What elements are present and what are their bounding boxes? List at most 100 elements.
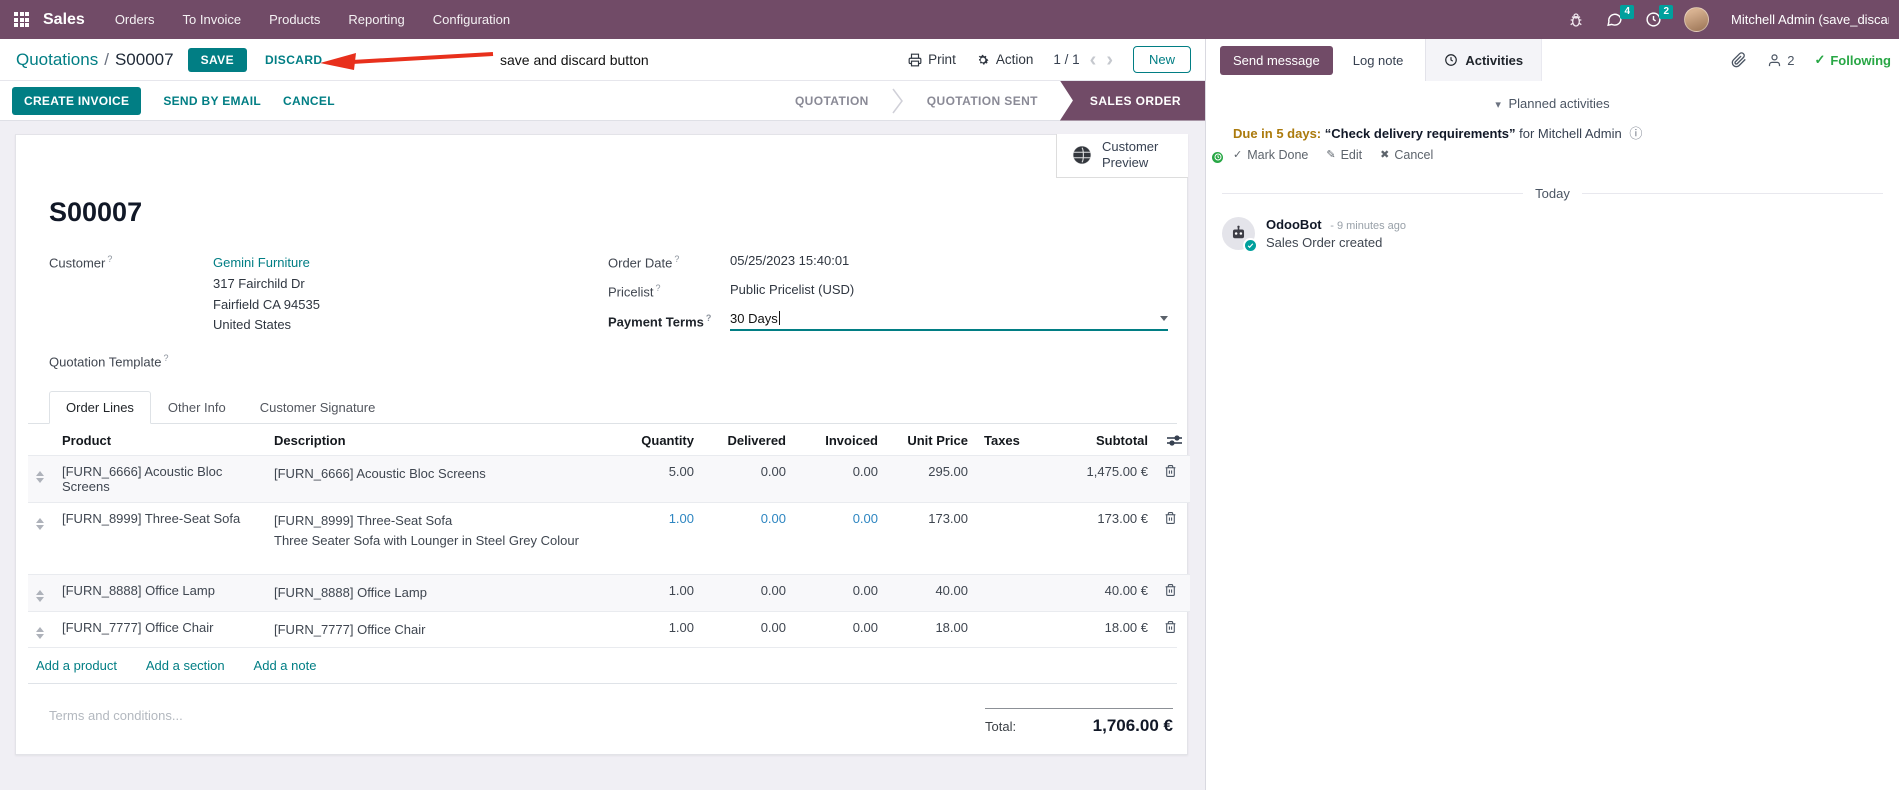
col-subtotal[interactable]: Subtotal — [1026, 426, 1156, 456]
col-quantity[interactable]: Quantity — [616, 426, 702, 456]
menu-to-invoice[interactable]: To Invoice — [183, 12, 242, 27]
new-button[interactable]: New — [1132, 46, 1191, 73]
followers-button[interactable]: 2 — [1767, 53, 1794, 68]
message-author[interactable]: OdooBot — [1266, 217, 1322, 232]
cell-taxes[interactable] — [976, 455, 1026, 503]
terms-and-conditions-placeholder[interactable]: Terms and conditions... — [28, 708, 183, 736]
dropdown-caret-icon[interactable] — [1160, 315, 1168, 321]
cell-product[interactable]: [FURN_6666] Acoustic Bloc Screens — [54, 455, 266, 503]
activities-button[interactable]: Activities — [1426, 39, 1543, 81]
menu-products[interactable]: Products — [269, 12, 320, 27]
pager-prev-icon[interactable]: ‹ — [1090, 50, 1097, 70]
customer-link[interactable]: Gemini Furniture — [213, 253, 320, 274]
mark-done-button[interactable]: ✓ Mark Done — [1233, 148, 1308, 162]
order-date-value[interactable]: 05/25/2023 15:40:01 — [730, 253, 849, 268]
cell-quantity[interactable]: 1.00 — [616, 502, 702, 575]
cell-taxes[interactable] — [976, 502, 1026, 575]
delete-row-icon[interactable] — [1164, 583, 1182, 597]
activities-clock-icon[interactable]: 2 — [1645, 5, 1673, 28]
following-button[interactable]: ✓ Following — [1814, 52, 1891, 68]
edit-activity-button[interactable]: ✎ Edit — [1326, 148, 1362, 162]
tab-other-info[interactable]: Other Info — [151, 391, 243, 424]
app-name[interactable]: Sales — [43, 11, 85, 29]
cell-invoiced[interactable]: 0.00 — [794, 502, 886, 575]
cell-quantity[interactable]: 5.00 — [616, 455, 702, 503]
messages-icon[interactable]: 4 — [1606, 5, 1634, 28]
col-description[interactable]: Description — [266, 426, 616, 456]
info-icon[interactable]: ⓘ — [1629, 126, 1642, 141]
pricelist-value[interactable]: Public Pricelist (USD) — [730, 282, 854, 297]
cell-quantity[interactable]: 1.00 — [616, 574, 702, 611]
user-avatar[interactable] — [1684, 7, 1709, 32]
cell-description[interactable]: [FURN_8888] Office Lamp — [266, 574, 616, 611]
delete-row-icon[interactable] — [1164, 511, 1182, 525]
menu-reporting[interactable]: Reporting — [348, 12, 404, 27]
add-a-section-link[interactable]: Add a section — [146, 658, 225, 673]
drag-handle-icon[interactable] — [36, 468, 44, 483]
cell-invoiced[interactable]: 0.00 — [794, 455, 886, 503]
cell-description[interactable]: [FURN_6666] Acoustic Bloc Screens — [266, 455, 616, 503]
debug-bug-icon[interactable] — [1568, 12, 1584, 28]
send-message-button[interactable]: Send message — [1220, 45, 1333, 75]
create-invoice-button[interactable]: CREATE INVOICE — [12, 86, 142, 115]
drag-handle-icon[interactable] — [36, 624, 44, 639]
cell-taxes[interactable] — [976, 610, 1026, 647]
cell-product[interactable]: [FURN_8999] Three-Seat Sofa — [54, 502, 266, 575]
cell-unit-price[interactable]: 173.00 — [886, 502, 976, 575]
pager-next-icon[interactable]: › — [1106, 50, 1113, 70]
cell-unit-price[interactable]: 40.00 — [886, 574, 976, 611]
cell-delivered[interactable]: 0.00 — [702, 574, 794, 611]
planned-activities-header[interactable]: ▾ Planned activities — [1206, 81, 1899, 123]
tab-customer-signature[interactable]: Customer Signature — [243, 391, 393, 424]
delete-row-icon[interactable] — [1164, 620, 1182, 634]
cell-invoiced[interactable]: 0.00 — [794, 610, 886, 647]
discard-button[interactable]: DISCARD — [265, 53, 322, 67]
cell-delivered[interactable]: 0.00 — [702, 502, 794, 575]
add-a-note-link[interactable]: Add a note — [254, 658, 317, 673]
customer-preview-button[interactable]: Customer Preview — [1056, 134, 1188, 178]
cancel-button[interactable]: CANCEL — [283, 94, 335, 108]
cancel-activity-button[interactable]: ✖ Cancel — [1380, 148, 1433, 162]
stage-quotation-sent[interactable]: QUOTATION SENT — [905, 81, 1060, 121]
add-a-product-link[interactable]: Add a product — [36, 658, 117, 673]
cell-unit-price[interactable]: 295.00 — [886, 455, 976, 503]
quotation-template-label[interactable]: Quotation Template? — [49, 352, 320, 369]
drag-handle-icon[interactable] — [36, 587, 44, 602]
tab-order-lines[interactable]: Order Lines — [49, 391, 151, 424]
cell-unit-price[interactable]: 18.00 — [886, 610, 976, 647]
drag-handle-icon[interactable] — [36, 515, 44, 530]
cell-delivered[interactable]: 0.00 — [702, 455, 794, 503]
stage-sales-order[interactable]: SALES ORDER — [1059, 80, 1205, 121]
col-unit-price[interactable]: Unit Price — [886, 426, 976, 456]
cell-invoiced[interactable]: 0.00 — [794, 574, 886, 611]
cell-product[interactable]: [FURN_8888] Office Lamp — [54, 574, 266, 611]
stage-quotation[interactable]: QUOTATION — [773, 81, 891, 121]
annotation-arrow — [320, 52, 494, 70]
cell-delivered[interactable]: 0.00 — [702, 610, 794, 647]
attachments-paperclip-icon[interactable] — [1731, 52, 1747, 68]
cell-description[interactable]: [FURN_7777] Office Chair — [266, 610, 616, 647]
payment-terms-field[interactable]: 30 Days — [730, 311, 1168, 331]
action-button[interactable]: Action — [976, 52, 1033, 67]
odoo-app-window: Sales Orders To Invoice Products Reporti… — [0, 0, 1899, 790]
delete-row-icon[interactable] — [1164, 464, 1182, 478]
menu-configuration[interactable]: Configuration — [433, 12, 510, 27]
send-by-email-button[interactable]: SEND BY EMAIL — [163, 94, 261, 108]
form-sheet: Customer Preview S00007 Customer? Gemini… — [15, 134, 1190, 755]
col-invoiced[interactable]: Invoiced — [794, 426, 886, 456]
save-button[interactable]: SAVE — [187, 47, 247, 72]
menu-orders[interactable]: Orders — [115, 12, 155, 27]
col-taxes[interactable]: Taxes — [976, 426, 1026, 456]
col-delivered[interactable]: Delivered — [702, 426, 794, 456]
col-product[interactable]: Product — [54, 426, 266, 456]
cell-description[interactable]: [FURN_8999] Three-Seat Sofa Three Seater … — [266, 502, 616, 575]
user-name[interactable]: Mitchell Admin (save_discar — [1731, 12, 1889, 27]
cell-product[interactable]: [FURN_7777] Office Chair — [54, 610, 266, 647]
adjust-columns-icon[interactable] — [1167, 434, 1182, 447]
cell-quantity[interactable]: 1.00 — [616, 610, 702, 647]
apps-menu-icon[interactable] — [14, 12, 29, 27]
print-button[interactable]: Print — [908, 52, 956, 67]
log-note-button[interactable]: Log note — [1353, 53, 1404, 68]
breadcrumb-quotations[interactable]: Quotations — [16, 50, 98, 70]
cell-taxes[interactable] — [976, 574, 1026, 611]
